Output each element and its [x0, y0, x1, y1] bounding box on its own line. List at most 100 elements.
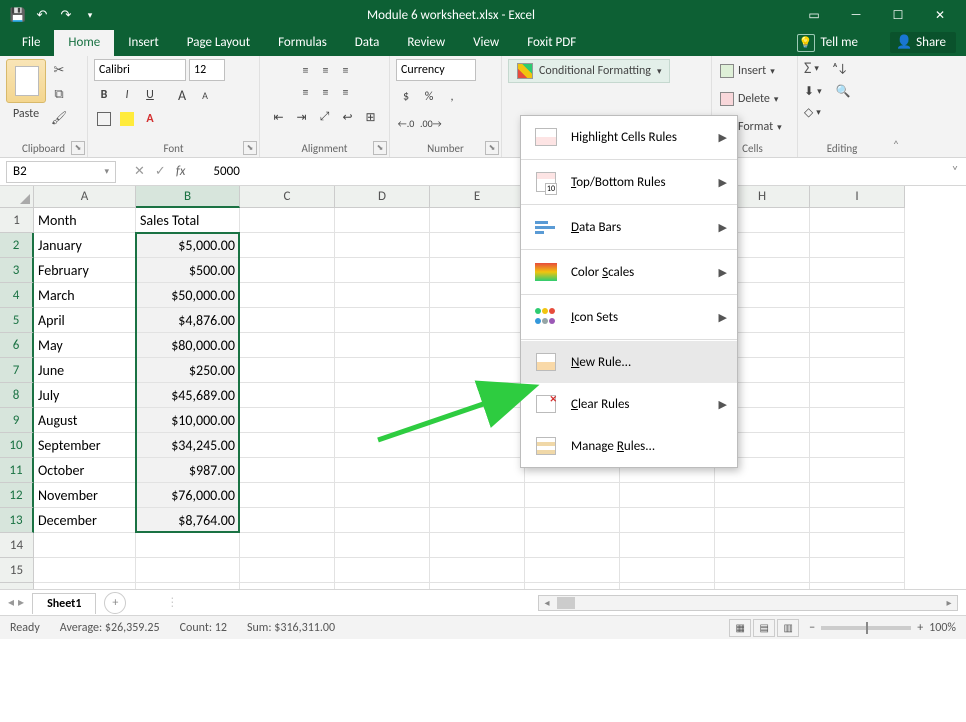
row-header[interactable]: 4 — [0, 283, 34, 308]
cell[interactable] — [525, 483, 620, 508]
delete-cells-button[interactable]: Delete▾ — [714, 87, 784, 111]
close-button[interactable]: ✕ — [920, 1, 960, 29]
row-header[interactable]: 5 — [0, 308, 34, 333]
cell[interactable] — [430, 358, 525, 383]
cell[interactable]: $50,000.00 — [136, 283, 240, 308]
row-header[interactable]: 15 — [0, 558, 34, 583]
bold-button[interactable]: B — [94, 85, 114, 105]
comma-format-icon[interactable]: , — [442, 87, 462, 107]
zoom-in-button[interactable]: + — [917, 621, 923, 635]
share-button[interactable]: 👤Share — [890, 32, 956, 53]
cell[interactable]: May — [34, 333, 136, 358]
cell[interactable]: September — [34, 433, 136, 458]
cell[interactable] — [430, 433, 525, 458]
cell[interactable] — [240, 433, 335, 458]
cell[interactable] — [810, 283, 905, 308]
cell[interactable] — [810, 308, 905, 333]
fill-icon[interactable]: ⬇ — [804, 84, 814, 99]
cell[interactable]: Month — [34, 208, 136, 233]
cell[interactable] — [810, 408, 905, 433]
insert-cells-button[interactable]: Insert▾ — [714, 59, 781, 83]
zoom-out-button[interactable]: − — [809, 621, 815, 635]
cell[interactable]: March — [34, 283, 136, 308]
cell[interactable] — [335, 208, 430, 233]
cell[interactable] — [525, 533, 620, 558]
tab-data[interactable]: Data — [341, 30, 394, 56]
cell[interactable] — [620, 533, 715, 558]
cell[interactable]: $76,000.00 — [136, 483, 240, 508]
cell[interactable] — [240, 208, 335, 233]
cf-top-bottom-rules[interactable]: Top/Bottom Rules ▶ — [521, 161, 737, 203]
copy-icon[interactable]: ⧉ — [50, 85, 68, 103]
cell[interactable] — [335, 433, 430, 458]
sort-filter-icon[interactable]: ᴬ↓ — [833, 62, 848, 76]
cell[interactable] — [810, 333, 905, 358]
cell[interactable]: $8,764.00 — [136, 508, 240, 533]
cell[interactable] — [240, 508, 335, 533]
cf-highlight-cells-rules[interactable]: Highlight Cells Rules ▶ — [521, 116, 737, 158]
underline-button[interactable]: U — [140, 85, 160, 105]
normal-view-icon[interactable]: ▦ — [729, 619, 751, 637]
name-box[interactable]: B2▾ — [6, 161, 116, 183]
cell[interactable] — [335, 583, 430, 589]
column-header[interactable]: A — [34, 186, 136, 208]
cell[interactable] — [335, 383, 430, 408]
tab-page-layout[interactable]: Page Layout — [173, 30, 264, 56]
cell[interactable] — [430, 258, 525, 283]
new-sheet-button[interactable]: + — [104, 592, 126, 614]
page-break-view-icon[interactable]: ▥ — [777, 619, 799, 637]
cell[interactable]: $45,689.00 — [136, 383, 240, 408]
cell[interactable] — [240, 333, 335, 358]
row-header[interactable]: 13 — [0, 508, 34, 533]
cell[interactable] — [620, 558, 715, 583]
collapse-ribbon-icon[interactable]: ˄ — [886, 56, 906, 157]
redo-icon[interactable]: ↷ — [58, 7, 74, 23]
cell[interactable] — [715, 583, 810, 589]
cell[interactable] — [715, 533, 810, 558]
cell[interactable] — [810, 558, 905, 583]
cell[interactable] — [430, 558, 525, 583]
cell[interactable] — [810, 508, 905, 533]
decrease-decimal-icon[interactable]: .00→ — [419, 113, 443, 133]
cell[interactable] — [430, 208, 525, 233]
align-top-icon[interactable]: ≡ — [296, 61, 316, 81]
zoom-level[interactable]: 100% — [929, 621, 956, 635]
tab-formulas[interactable]: Formulas — [264, 30, 341, 56]
cf-data-bars[interactable]: Data Bars ▶ — [521, 206, 737, 248]
cell[interactable] — [525, 583, 620, 589]
cell[interactable] — [240, 558, 335, 583]
cf-manage-rules[interactable]: Manage Rules... — [521, 425, 737, 467]
tell-me-icon[interactable]: 💡 — [797, 34, 815, 52]
cell[interactable]: $5,000.00 — [136, 233, 240, 258]
cell[interactable]: $250.00 — [136, 358, 240, 383]
alignment-launcher-icon[interactable]: ⬊ — [373, 141, 387, 155]
cell[interactable] — [335, 558, 430, 583]
qat-customize-icon[interactable]: ▾ — [82, 7, 98, 23]
cell[interactable] — [430, 508, 525, 533]
cf-clear-rules[interactable]: Clear Rules ▶ — [521, 383, 737, 425]
clear-icon[interactable]: ◇ — [804, 105, 813, 120]
align-middle-icon[interactable]: ≡ — [316, 61, 336, 81]
number-format-select[interactable] — [396, 59, 476, 81]
ribbon-display-icon[interactable]: ▭ — [794, 1, 834, 29]
number-launcher-icon[interactable]: ⬊ — [485, 141, 499, 155]
cell[interactable] — [430, 308, 525, 333]
cell[interactable] — [810, 208, 905, 233]
cut-icon[interactable]: ✂ — [50, 61, 68, 79]
undo-icon[interactable]: ↶ — [34, 7, 50, 23]
cell[interactable] — [430, 533, 525, 558]
cf-color-scales[interactable]: Color Scales ▶ — [521, 251, 737, 293]
cell[interactable] — [335, 533, 430, 558]
cell[interactable]: Sales Total — [136, 208, 240, 233]
row-header[interactable]: 7 — [0, 358, 34, 383]
sheet-nav-last-icon[interactable]: ▸ — [18, 595, 24, 610]
expand-formula-bar-icon[interactable]: ˅ — [944, 164, 966, 179]
cell[interactable] — [240, 383, 335, 408]
cell[interactable] — [715, 508, 810, 533]
cell[interactable] — [810, 233, 905, 258]
shrink-font-icon[interactable]: A — [195, 85, 215, 105]
conditional-formatting-button[interactable]: Conditional Formatting ▾ — [508, 59, 670, 83]
find-select-icon[interactable]: 🔍 — [836, 84, 851, 99]
cell[interactable] — [335, 408, 430, 433]
cell[interactable] — [620, 483, 715, 508]
